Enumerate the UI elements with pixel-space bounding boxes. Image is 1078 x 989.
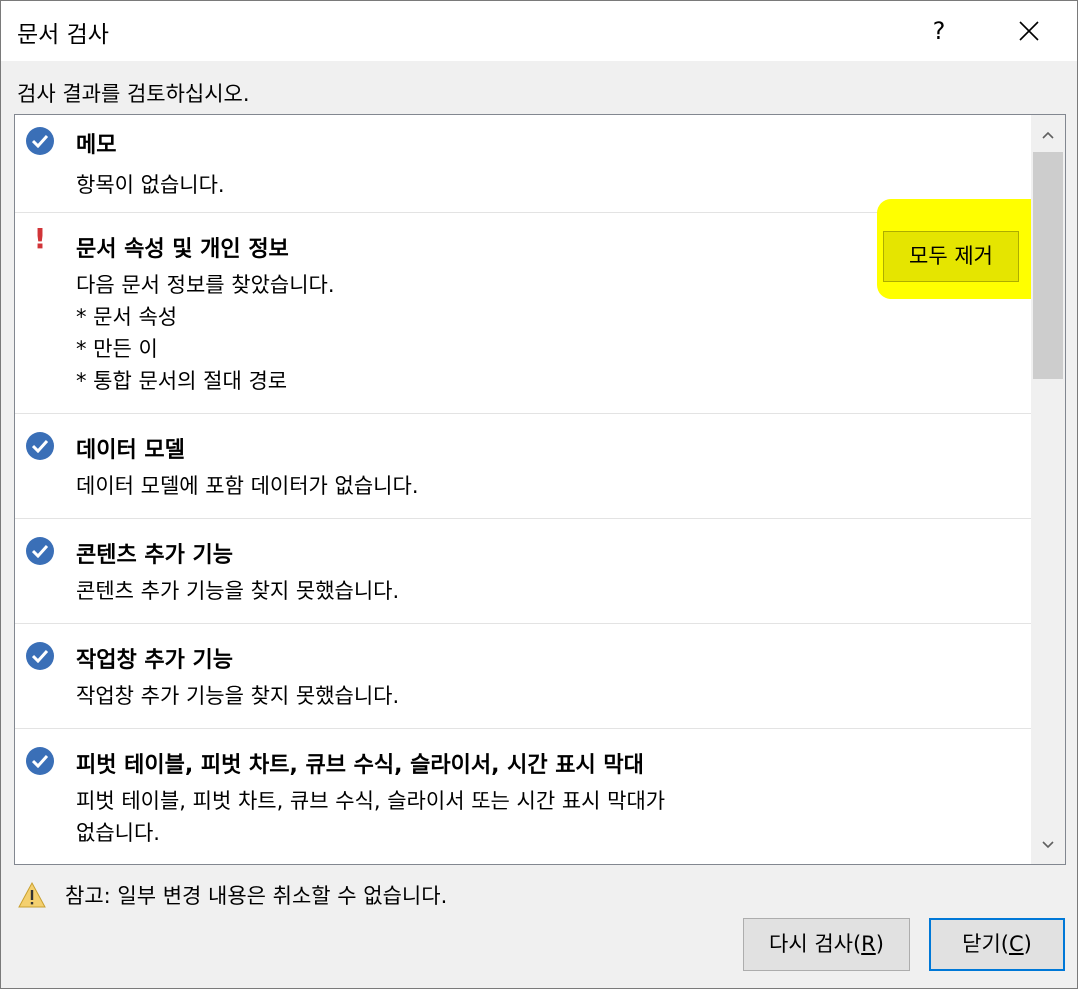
list-item: 데이터 모델 데이터 모델에 포함 데이터가 없습니다. xyxy=(15,414,1031,519)
inspection-results-list[interactable]: 메모 항목이 없습니다. ! 문서 속성 및 개인 정보 다음 문서 정보를 찾… xyxy=(14,114,1066,865)
close-button[interactable]: 닫기(C) xyxy=(929,918,1065,971)
list-item: 메모 항목이 없습니다. xyxy=(15,115,1031,213)
item-title: 작업창 추가 기능 xyxy=(76,648,233,673)
scroll-down-button[interactable] xyxy=(1031,829,1065,861)
results-items: 메모 항목이 없습니다. ! 문서 속성 및 개인 정보 다음 문서 정보를 찾… xyxy=(15,115,1047,864)
warning-triangle-icon xyxy=(17,881,47,909)
item-description: 작업창 추가 기능을 찾지 못했습니다. xyxy=(76,684,400,708)
check-icon xyxy=(26,642,54,670)
list-item: 작업창 추가 기능 작업창 추가 기능을 찾지 못했습니다. xyxy=(15,624,1031,729)
close-window-button[interactable] xyxy=(1005,9,1053,53)
item-description: 다음 문서 정보를 찾았습니다. * 문서 속성 * 만든 이 * 통합 문서의… xyxy=(76,273,335,393)
item-description: 데이터 모델에 포함 데이터가 없습니다. xyxy=(76,474,419,498)
document-inspector-dialog: 문서 검사 ? 검사 결과를 검토하십시오. 메모 항목이 없습니다. ! 문서… xyxy=(0,0,1078,989)
reinspect-label: 다시 검사( xyxy=(769,932,862,956)
warning-icon: ! xyxy=(33,222,47,255)
help-button[interactable]: ? xyxy=(919,9,959,53)
scroll-up-button[interactable] xyxy=(1031,119,1065,151)
close-label-end: ) xyxy=(1023,932,1032,956)
item-title: 콘텐츠 추가 기능 xyxy=(76,543,233,568)
subtitle: 검사 결과를 검토하십시오. xyxy=(17,82,250,106)
item-title: 피벗 테이블, 피벗 차트, 큐브 수식, 슬라이서, 시간 표시 막대 xyxy=(76,753,644,778)
dialog-title: 문서 검사 xyxy=(17,22,109,48)
reinspect-accesskey: R xyxy=(861,932,876,956)
chevron-up-icon xyxy=(1042,131,1054,139)
title-bar: 문서 검사 ? xyxy=(1,1,1077,61)
scroll-thumb[interactable] xyxy=(1033,152,1063,379)
item-description: 콘텐츠 추가 기능을 찾지 못했습니다. xyxy=(76,579,400,603)
list-item: 피벗 테이블, 피벗 차트, 큐브 수식, 슬라이서, 시간 표시 막대 피벗 … xyxy=(15,729,1031,864)
check-icon xyxy=(26,127,54,155)
list-item: 콘텐츠 추가 기능 콘텐츠 추가 기능을 찾지 못했습니다. xyxy=(15,519,1031,624)
item-title: 메모 xyxy=(76,133,117,158)
item-description: 피벗 테이블, 피벗 차트, 큐브 수식, 슬라이서 또는 시간 표시 막대가 … xyxy=(76,789,666,845)
close-accesskey: C xyxy=(1008,932,1024,956)
reinspect-button[interactable]: 다시 검사(R) xyxy=(743,918,910,971)
note-text: 참고: 일부 변경 내용은 취소할 수 없습니다. xyxy=(65,884,448,908)
close-icon xyxy=(1019,21,1039,41)
item-title: 문서 속성 및 개인 정보 xyxy=(76,237,289,262)
list-item: ! 문서 속성 및 개인 정보 다음 문서 정보를 찾았습니다. * 문서 속성… xyxy=(15,199,1047,414)
item-title: 데이터 모델 xyxy=(76,438,185,463)
check-icon xyxy=(26,537,54,565)
reinspect-label-end: ) xyxy=(875,932,884,956)
close-label: 닫기( xyxy=(962,932,1009,956)
vertical-scrollbar[interactable] xyxy=(1031,115,1065,864)
check-icon xyxy=(26,747,54,775)
check-icon xyxy=(26,432,54,460)
remove-all-button[interactable]: 모두 제거 xyxy=(883,231,1019,282)
item-description: 항목이 없습니다. xyxy=(76,173,225,197)
chevron-down-icon xyxy=(1042,841,1054,849)
